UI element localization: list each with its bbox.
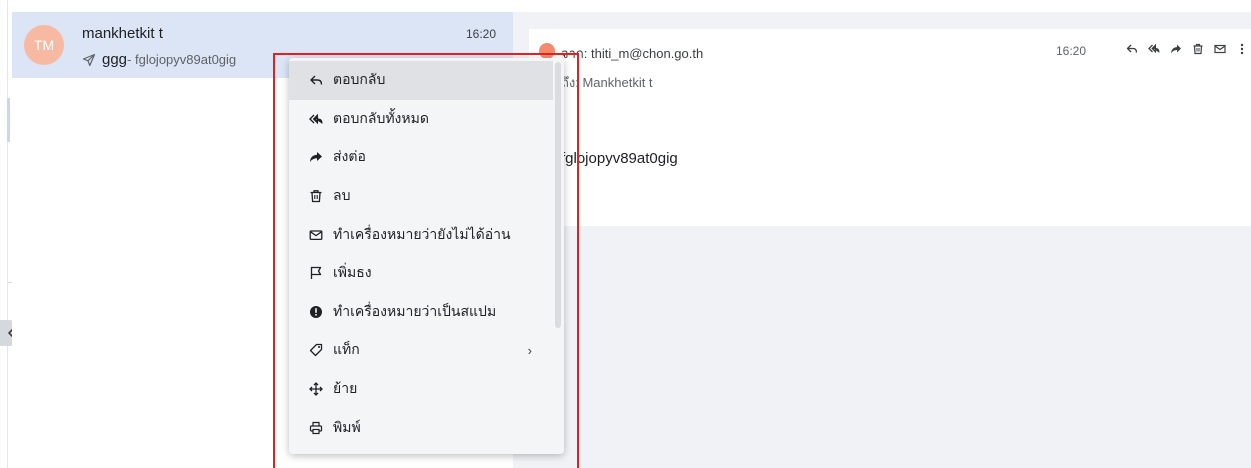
avatar: TM xyxy=(24,25,64,65)
to-label: ถึง: xyxy=(561,75,583,90)
menu-item-add-flag[interactable]: เพิ่มธง xyxy=(289,254,564,293)
menu-item-label: ทำเครื่องหมายว่ายังไม่ได้อ่าน xyxy=(333,225,511,242)
menu-item-label: ย้าย xyxy=(333,380,358,397)
menu-item-label: ตอบกลับ xyxy=(333,71,386,88)
menu-item-print[interactable]: พิมพ์ xyxy=(289,408,564,447)
mail-app: TM mankhetkit t 16:20 ggg - fglojopyv89a… xyxy=(0,0,1251,468)
sender-avatar xyxy=(539,43,555,59)
to-name[interactable]: Mankhetkit t xyxy=(582,75,652,90)
menu-item-reply[interactable]: ตอบกลับ xyxy=(289,61,553,100)
trash-icon[interactable] xyxy=(1190,41,1206,57)
menu-item-forward[interactable]: ส่งต่อ xyxy=(289,138,564,177)
from-email[interactable]: thiti_m@chon.go.th xyxy=(591,46,703,61)
message-body: fglojopyv89at0gig xyxy=(561,150,678,167)
menu-item-delete[interactable]: ลบ xyxy=(289,177,564,216)
menu-item-label: แท็ก xyxy=(333,341,360,358)
menu-item-label: เพิ่มธง xyxy=(333,264,372,281)
from-line: จาก: thiti_m@chon.go.th xyxy=(561,43,703,64)
menu-item-label: ทำเครื่องหมายว่าเป็นสแปม xyxy=(333,302,497,319)
message-time: 16:20 xyxy=(465,27,496,41)
menu-item-move[interactable]: ย้าย xyxy=(289,370,564,409)
menu-item-label: พิมพ์ xyxy=(333,418,361,435)
spam-icon xyxy=(309,305,323,319)
message-actions xyxy=(1124,41,1250,57)
reply-icon[interactable] xyxy=(1124,41,1140,57)
tag-icon xyxy=(309,343,323,357)
left-rail-highlight xyxy=(7,98,10,142)
chevron-right-icon: › xyxy=(527,343,532,359)
trash-icon xyxy=(309,189,323,203)
forward-icon[interactable] xyxy=(1168,41,1184,57)
message-subject: ggg xyxy=(102,51,128,68)
detail-time: 16:20 xyxy=(1056,44,1087,58)
move-icon xyxy=(309,382,323,396)
menu-item-mark-spam[interactable]: ทำเครื่องหมายว่าเป็นสแปม xyxy=(289,293,564,332)
left-rail xyxy=(7,0,8,468)
message-sender: mankhetkit t xyxy=(82,25,163,42)
reply-all-icon xyxy=(309,112,323,126)
print-icon xyxy=(309,421,323,435)
forward-icon xyxy=(309,150,323,164)
menu-item-reply-all[interactable]: ตอบกลับทั้งหมด xyxy=(289,100,564,139)
to-line: ถึง: Mankhetkit t xyxy=(561,72,653,93)
message-snippet: ggg - fglojopyv89at0gig xyxy=(82,51,236,68)
from-label: จาก: xyxy=(561,46,592,61)
message-detail-card: จาก: thiti_m@chon.go.th ถึง: Mankhetkit … xyxy=(529,29,1251,226)
more-vert-icon[interactable] xyxy=(1234,41,1250,57)
reply-all-icon[interactable] xyxy=(1146,41,1162,57)
menu-item-label: ส่งต่อ xyxy=(333,148,366,165)
context-menu: ตอบกลับ ตอบกลับทั้งหมด ส่งต่อ ลบ ทำเครื่ xyxy=(289,58,564,454)
flag-icon xyxy=(309,266,323,280)
sent-icon xyxy=(82,53,96,67)
menu-item-mark-unread[interactable]: ทำเครื่องหมายว่ายังไม่ได้อ่าน xyxy=(289,215,564,254)
mail-icon xyxy=(309,228,323,242)
mail-icon[interactable] xyxy=(1212,41,1228,57)
menu-item-label: ลบ xyxy=(333,187,351,204)
message-preview: - fglojopyv89at0gig xyxy=(127,52,237,67)
menu-item-label: ตอบกลับทั้งหมด xyxy=(333,109,429,126)
reply-icon xyxy=(309,73,323,87)
menu-item-tag[interactable]: แท็ก › xyxy=(289,331,564,370)
